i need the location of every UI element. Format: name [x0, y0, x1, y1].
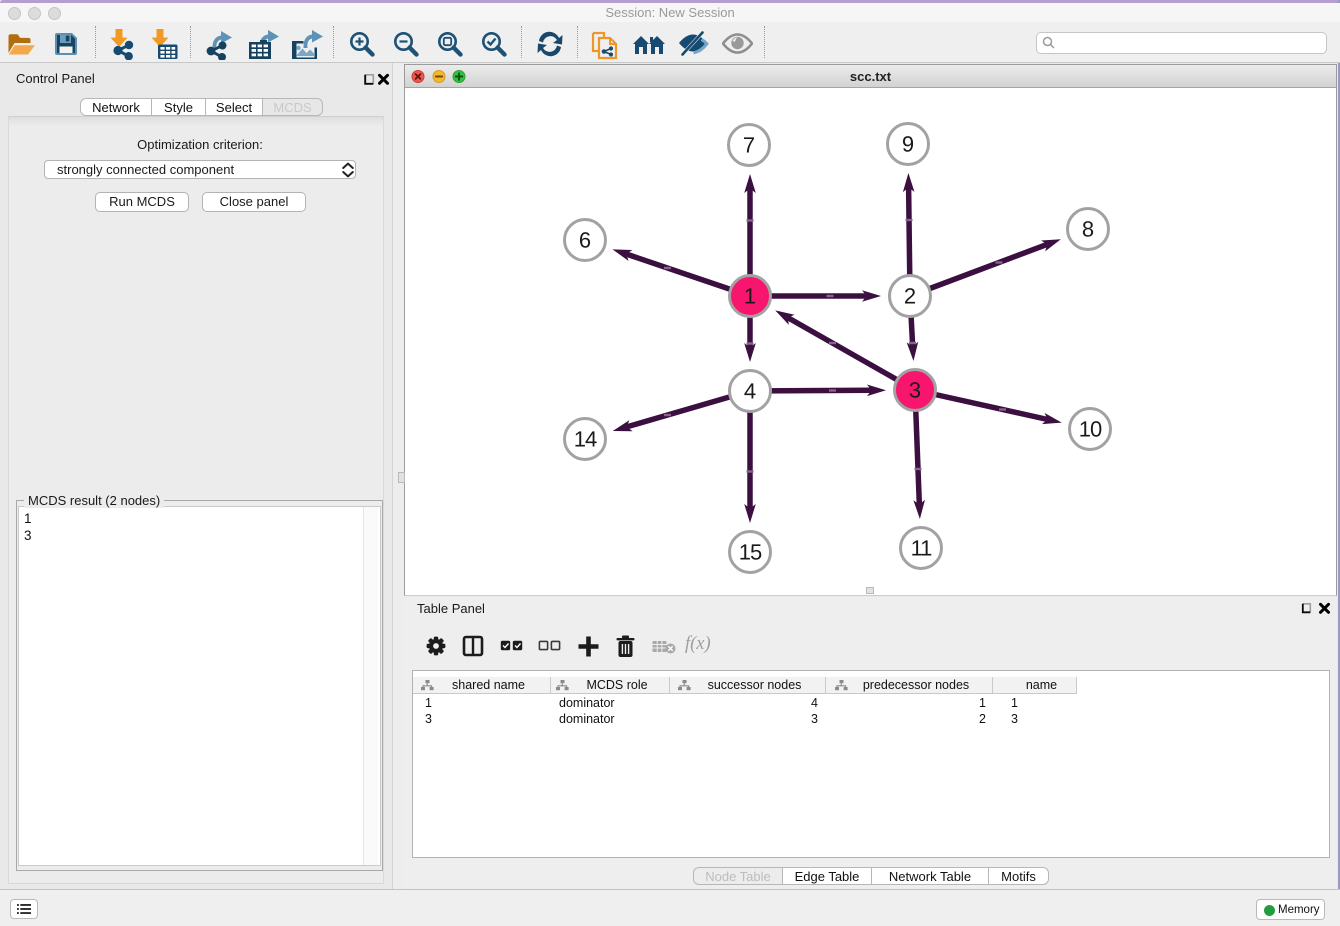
svg-text:11: 11 [911, 536, 933, 561]
svg-text:8: 8 [1082, 217, 1094, 242]
svg-text:15: 15 [739, 540, 762, 565]
svg-text:7: 7 [743, 133, 755, 158]
svg-text:6: 6 [579, 228, 591, 253]
svg-text:1: 1 [744, 284, 756, 309]
svg-text:14: 14 [574, 427, 597, 452]
svg-text:3: 3 [909, 378, 921, 403]
svg-text:4: 4 [744, 379, 756, 404]
svg-text:9: 9 [902, 132, 914, 157]
svg-text:10: 10 [1079, 417, 1102, 442]
svg-text:2: 2 [904, 284, 916, 309]
